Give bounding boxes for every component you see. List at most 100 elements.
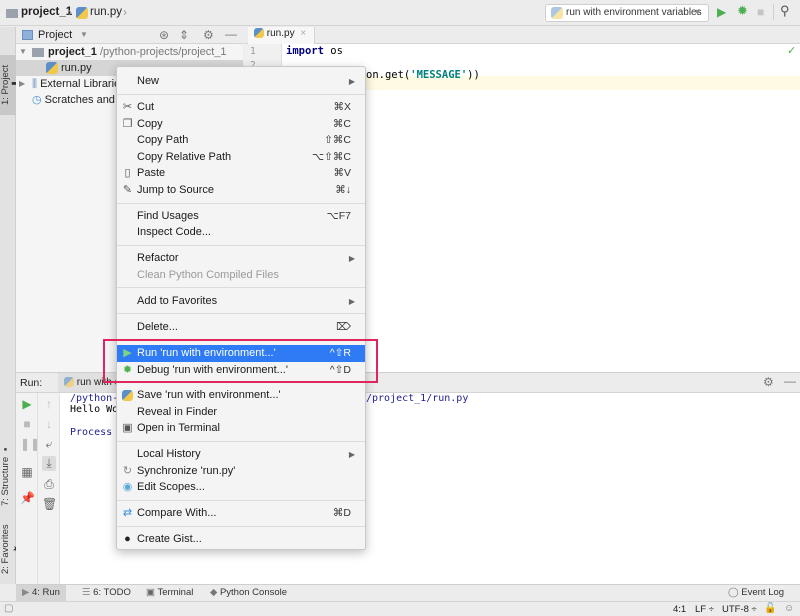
run-icon: ▶ [22, 587, 30, 598]
layout-icon[interactable]: ▦ [20, 465, 34, 479]
scroll-to-end-icon[interactable]: ⤓ [42, 456, 56, 471]
menu-item-create-gist[interactable]: ● Create Gist... [117, 531, 365, 548]
expand-arrow-icon[interactable]: ▼ [19, 44, 27, 60]
output-line-tail: /project_1/run.py [366, 393, 469, 404]
toolbar-divider [773, 4, 774, 20]
menu-separator [117, 94, 365, 95]
bottom-tab-python-console[interactable]: ◆ Python Console [204, 585, 293, 601]
status-bar: ▢ 4:1 LF ÷ UTF-8 ÷ 🔓 ☺ [0, 601, 800, 616]
menu-item-compare-with[interactable]: ⇄ Compare With... ⌘D [117, 505, 365, 522]
editor-tab-bar: run.py × [244, 27, 800, 44]
menu-item-add-to-favorites[interactable]: Add to Favorites ▶ [117, 293, 365, 310]
menu-item-copy-relative-path[interactable]: Copy Relative Path ⌥⇧⌘C [117, 149, 365, 166]
up-arrow-icon[interactable]: ↑ [42, 397, 56, 411]
menu-item-find-usages[interactable]: Find Usages ⌥F7 [117, 208, 365, 225]
toggle-tool-windows-icon[interactable]: ▢ [4, 603, 13, 614]
print-icon[interactable]: ⎙ [42, 477, 56, 492]
rerun-icon[interactable]: ▶ [20, 397, 34, 411]
menu-item-edit-scopes[interactable]: ◉ Edit Scopes... [117, 479, 365, 496]
menu-item-clean-compiled: Clean Python Compiled Files [137, 269, 279, 281]
menu-separator [117, 500, 365, 501]
breadcrumb-chevron-icon: › [123, 5, 127, 19]
folder-icon [32, 47, 44, 57]
tool-tab-structure[interactable]: 7: Structure ▪ [0, 437, 16, 512]
python-icon [64, 377, 74, 388]
output-line: Hello Wo [70, 404, 119, 415]
menu-separator [117, 245, 365, 246]
bottom-tab-run[interactable]: ▶ 4: Run [16, 585, 66, 601]
close-icon[interactable]: × [300, 28, 306, 39]
scope-icon: ◉ [122, 481, 133, 493]
code-line-1: import os [286, 45, 343, 57]
stop-icon[interactable]: ■ [757, 5, 764, 19]
scratches-icon: ◷ [32, 94, 42, 106]
dropdown-arrow-icon[interactable]: ▼ [80, 30, 88, 39]
python-icon [121, 387, 134, 404]
project-view-selector[interactable]: Project [38, 29, 72, 41]
tree-item-project[interactable]: ▼ project_1 /python-projects/project_1 [16, 44, 243, 60]
menu-item-open-in-terminal[interactable]: ▣ Open in Terminal [117, 420, 365, 437]
menu-item-cut[interactable]: ✂ Cut ⌘X [117, 99, 365, 116]
output-line: /python- [70, 393, 119, 404]
inspector-icon[interactable]: ☺ [784, 603, 794, 614]
pause-icon[interactable]: ❚❚ [20, 437, 40, 451]
menu-item-refactor[interactable]: Refactor ▶ [117, 250, 365, 267]
run-configuration-label: run with environment variables [566, 7, 702, 18]
menu-item-jump-to-source[interactable]: ✎ Jump to Source ⌘↓ [117, 182, 365, 199]
trash-icon[interactable]: 🗑 [42, 497, 57, 511]
submenu-arrow-icon: ▶ [348, 297, 355, 306]
caret-position[interactable]: 4:1 [673, 604, 686, 615]
paste-icon: ▯ [124, 167, 131, 179]
encoding-selector[interactable]: UTF-8 ÷ [722, 604, 757, 615]
bottom-tab-terminal[interactable]: ▣ Terminal [140, 585, 199, 601]
bottom-tool-bar: ▶ 4: Run ☰ 6: TODO ▣ Terminal ◆ Python C… [16, 584, 800, 601]
locate-icon[interactable]: ⊛ [159, 28, 169, 42]
inspection-ok-icon: ✓ [787, 45, 797, 57]
editor-tab-run-py[interactable]: run.py × [248, 27, 316, 44]
minimize-icon[interactable]: — [225, 27, 237, 41]
down-arrow-icon[interactable]: ↓ [42, 417, 56, 431]
gear-icon[interactable]: ⚙ [763, 375, 774, 389]
menu-separator [117, 441, 365, 442]
submenu-arrow-icon: ▶ [348, 450, 355, 459]
minimize-icon[interactable]: — [784, 374, 796, 388]
dropdown-arrow-icon: ▼ [693, 7, 702, 17]
menu-item-reveal-in-finder[interactable]: Reveal in Finder [117, 404, 365, 421]
debug-icon[interactable]: ✹ [737, 3, 748, 19]
menu-item-copy[interactable]: ❐ Copy ⌘C [117, 116, 365, 133]
collapse-all-icon[interactable]: ⇕ [179, 28, 189, 42]
event-log-button[interactable]: ◯ Event Log [722, 585, 790, 601]
code-line-3: on.get('MESSAGE')) [366, 69, 480, 81]
left-tool-stripe: 1: Project ▬ 7: Structure ▪ 2: Favorites… [0, 27, 22, 584]
expand-arrow-icon[interactable]: ▶ [19, 76, 25, 92]
run-icon[interactable]: ▶ [717, 5, 726, 19]
run-configuration-select[interactable]: run with environment variables ▼ [545, 4, 709, 22]
menu-item-local-history[interactable]: Local History ▶ [117, 446, 365, 463]
compare-icon: ⇄ [122, 507, 133, 519]
menu-item-copy-path[interactable]: Copy Path ⇧⌘C [117, 132, 365, 149]
submenu-arrow-icon: ▶ [348, 77, 355, 86]
python-file-icon [76, 7, 88, 19]
lock-icon[interactable]: 🔓 [764, 603, 776, 614]
line-separator-selector[interactable]: LF ÷ [695, 604, 714, 615]
breadcrumb-file[interactable]: run.py [90, 6, 122, 18]
menu-item-synchronize[interactable]: ↻ Synchronize 'run.py' [117, 463, 365, 480]
tool-tab-favorites[interactable]: 2: Favorites ★ [0, 515, 22, 583]
menu-separator [117, 313, 365, 314]
menu-item-inspect-code[interactable]: Inspect Code... [117, 224, 365, 241]
menu-item-save-config[interactable]: Save 'run with environment...' [117, 387, 365, 404]
python-file-icon [46, 62, 58, 75]
scissors-icon: ✂ [122, 101, 133, 113]
tool-tab-project[interactable]: 1: Project ▬ [0, 55, 22, 115]
search-icon[interactable]: ⚲ [780, 3, 790, 19]
terminal-icon: ▣ [122, 422, 133, 434]
soft-wrap-icon[interactable]: ⤶ [42, 437, 56, 452]
stop-icon[interactable]: ■ [20, 417, 34, 431]
pin-icon[interactable]: 📌 [20, 491, 35, 505]
menu-item-paste[interactable]: ▯ Paste ⌘V [117, 165, 365, 182]
menu-item-delete[interactable]: Delete... ⌦ [117, 319, 365, 336]
bottom-tab-todo[interactable]: ☰ 6: TODO [76, 585, 137, 601]
gear-icon[interactable]: ⚙ [203, 28, 214, 42]
menu-item-new[interactable]: New ▶ [117, 73, 365, 90]
breadcrumb-project[interactable]: project_1 [21, 6, 72, 18]
